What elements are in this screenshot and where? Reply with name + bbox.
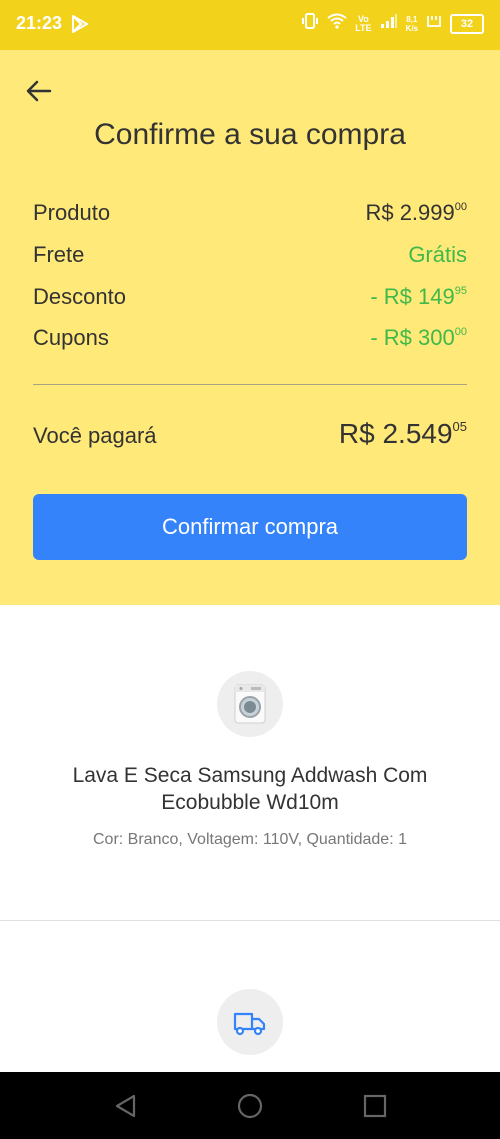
section-divider [0, 920, 500, 921]
summary-value: Grátis [408, 242, 467, 267]
signal-icon [380, 13, 398, 34]
total-row: Você pagará R$ 2.54905 [33, 418, 467, 450]
total-value: R$ 2.54905 [338, 418, 467, 449]
back-triangle-icon[interactable] [112, 1092, 140, 1120]
flask-icon [426, 13, 442, 34]
wifi-icon [327, 13, 347, 34]
status-time: 21:23 [16, 13, 63, 33]
recents-square-icon[interactable] [361, 1092, 389, 1120]
product-attributes: Cor: Branco, Voltagem: 110V, Quantidade:… [93, 831, 407, 848]
product-name: Lava E Seca Samsung Addwash Com Ecobubbl… [72, 764, 428, 814]
status-bar: 21:23 Vo LTE 8,1 K/s 32 [0, 0, 500, 50]
summary-row-frete: Frete Grátis [33, 242, 467, 268]
home-circle-icon[interactable] [236, 1092, 264, 1120]
page-title: Confirme a sua compra [94, 118, 406, 151]
summary-label: Produto [33, 200, 111, 225]
total-label: Você pagará [33, 423, 157, 448]
truck-icon [217, 989, 283, 1055]
confirm-purchase-button[interactable]: Confirmar compra [33, 494, 467, 560]
back-arrow-icon[interactable] [24, 76, 54, 106]
summary-label: Frete [33, 242, 85, 267]
network-speed: 8,1 K/s [405, 14, 418, 33]
summary-value: - R$ 30000 [370, 325, 467, 350]
summary-value: - R$ 14995 [370, 284, 467, 309]
summary-value: R$ 2.99900 [365, 200, 467, 225]
washing-machine-icon [217, 671, 283, 737]
summary-label: Cupons [33, 325, 109, 350]
volte-indicator: Vo LTE [355, 13, 372, 33]
battery-icon: 32 [450, 13, 484, 34]
vibrate-icon [301, 12, 319, 35]
summary-row-cupons: Cupons - R$ 30000 [33, 325, 467, 351]
system-navigation-bar [0, 1072, 500, 1139]
status-icons: Vo LTE 8,1 K/s 32 [301, 12, 484, 35]
summary-divider [33, 384, 467, 385]
play-store-icon [70, 14, 90, 39]
summary-row-produto: Produto R$ 2.99900 [33, 200, 467, 226]
summary-row-desconto: Desconto - R$ 14995 [33, 284, 467, 310]
summary-label: Desconto [33, 284, 126, 309]
